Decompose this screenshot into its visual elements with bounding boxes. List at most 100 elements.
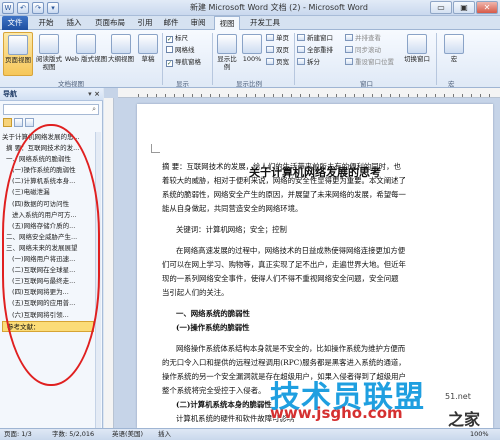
one-page-button[interactable]: 单页 [266,34,289,43]
ruler-tick [435,94,436,97]
status-page-count[interactable]: 页面: 1/3 [4,429,32,440]
undo-icon[interactable]: ↶ [17,2,29,14]
tab-page-layout[interactable]: 页面布局 [90,16,130,30]
nav-view-tabs [3,118,34,128]
ruler-tick [318,94,319,97]
word-app-icon[interactable]: W [2,2,14,14]
horizontal-ruler[interactable] [118,88,500,98]
status-insert-mode[interactable]: 插入 [158,429,171,440]
status-language[interactable]: 英语(美国) [112,429,143,440]
tab-view[interactable]: 视图 [214,16,240,31]
watermark-url: www.jsgho.com [270,404,403,422]
ruler-tick [327,94,328,97]
gridlines-checkbox[interactable]: 网格线 [166,46,195,55]
draft-view-button[interactable]: 草稿 [136,34,160,63]
ruler-tick [183,94,184,97]
reset-window-icon [345,58,353,65]
ruler-checkbox[interactable]: ✓ 标尺 [166,34,188,43]
document-paragraph-line: 网络操作系统体系结构本身就是不安全的，比如操作系统为维护方便而 [176,344,406,353]
reading-layout-icon [39,34,59,54]
ruler-tick [471,94,472,97]
pages-view-tab-icon[interactable] [14,118,23,127]
tab-references[interactable]: 引用 [134,16,156,30]
group-label-document-views: 文档视图 [58,80,84,88]
nav-pane-checkbox[interactable]: ✓ 导航窗格 [166,58,201,67]
ruler-tick [237,94,238,97]
ruler-tick [444,94,445,97]
ruler-tick [453,94,454,97]
side-by-side-button[interactable]: 并排查看 [345,34,381,43]
ruler-tick [264,94,265,97]
macro-icon [444,34,464,54]
ruler-tick [138,94,139,97]
ruler-tick [174,94,175,97]
document-paragraph-line: 能从自身做起，共同营造安全的网络环境。 [162,204,303,213]
zoom-button[interactable]: 显示比例 [215,34,239,71]
crop-mark [151,144,160,153]
reset-window-button[interactable]: 重设窗口位置 [345,58,394,67]
arrange-all-button[interactable]: 全部重排 [297,46,333,55]
document-paragraph-line: 系统的脆弱性，网络安全产生的原因，并展望了未来网络的发展，希望每一 [162,190,406,199]
tab-home[interactable]: 开始 [34,16,58,30]
status-word-count[interactable]: 字数: 5/2,016 [52,429,94,440]
switch-window-button[interactable]: 切换窗口 [402,34,432,63]
tab-developer[interactable]: 开发工具 [246,16,284,30]
web-layout-button[interactable]: Web 版式视图 [64,34,108,63]
group-separator [436,33,437,85]
ruler-tick [363,94,364,97]
ruler-tick [462,94,463,97]
ruler-tick [408,94,409,97]
maximize-button[interactable]: ▣ [453,1,475,14]
tab-mailings[interactable]: 邮件 [160,16,182,30]
document-paragraph-line: 摘 要：互联网技术的发展，给人们的生活带来前所未有的便利的同时，也 [162,162,401,171]
split-button[interactable]: 拆分 [297,58,320,67]
nav-pane-close-button[interactable]: ▾ × [88,88,100,101]
checkbox-unchecked-icon [166,46,173,53]
new-window-button[interactable]: 新建窗口 [297,34,333,43]
tab-file[interactable]: 文件 [2,16,28,30]
print-layout-button[interactable]: 页面视图 [3,32,33,76]
outline-icon [111,34,131,54]
sync-scroll-icon [345,46,353,53]
one-page-icon [266,34,274,41]
sync-scroll-button[interactable]: 同步滚动 [345,46,381,55]
zoom-100-icon [242,34,262,54]
macros-button[interactable]: 宏 [442,34,466,63]
ruler-tick [390,94,391,97]
status-zoom[interactable]: 100% [470,429,489,440]
customize-qat-icon[interactable]: ▾ [47,2,59,14]
ruler-tick [399,94,400,97]
tab-insert[interactable]: 插入 [62,16,86,30]
watermark-corner-label: 之家 [448,410,481,429]
headings-view-tab-icon[interactable] [3,118,12,127]
ruler-tick [273,94,274,97]
zoom-100-button[interactable]: 100% [240,34,264,63]
document-paragraph-line: 现的一系列网络安全事件，使得人们不得不重视网络安全问题，安全问题 [162,274,399,283]
nav-search-input[interactable]: ⌕ [3,104,99,115]
reading-layout-button[interactable]: 阅读版式视图 [35,34,63,71]
ruler-tick [381,94,382,97]
ruler-tick [192,94,193,97]
vertical-ruler[interactable] [104,98,114,428]
two-pages-button[interactable]: 双页 [266,46,289,55]
ruler-tick [354,94,355,97]
ruler-tick [489,94,490,97]
search-icon: ⌕ [92,105,96,113]
results-view-tab-icon[interactable] [25,118,34,127]
close-button[interactable]: ✕ [476,1,498,14]
page-width-button[interactable]: 页宽 [266,58,289,67]
outline-view-button[interactable]: 大纲视图 [108,34,134,63]
group-label-macros: 宏 [448,80,455,88]
side-by-side-icon [345,34,353,41]
quick-access-toolbar: W ↶ ↷ ▾ [2,1,59,15]
group-separator [212,33,213,85]
ruler-tick [417,94,418,97]
group-label-zoom: 显示比例 [236,80,262,88]
group-separator [162,33,163,85]
tab-review[interactable]: 审阅 [186,16,210,30]
minimize-button[interactable]: ▭ [430,1,452,14]
ruler-tick [345,94,346,97]
redo-icon[interactable]: ↷ [32,2,44,14]
switch-window-icon [407,34,427,54]
document-paragraph-line: (一)操作系统的脆弱性 [176,323,250,332]
